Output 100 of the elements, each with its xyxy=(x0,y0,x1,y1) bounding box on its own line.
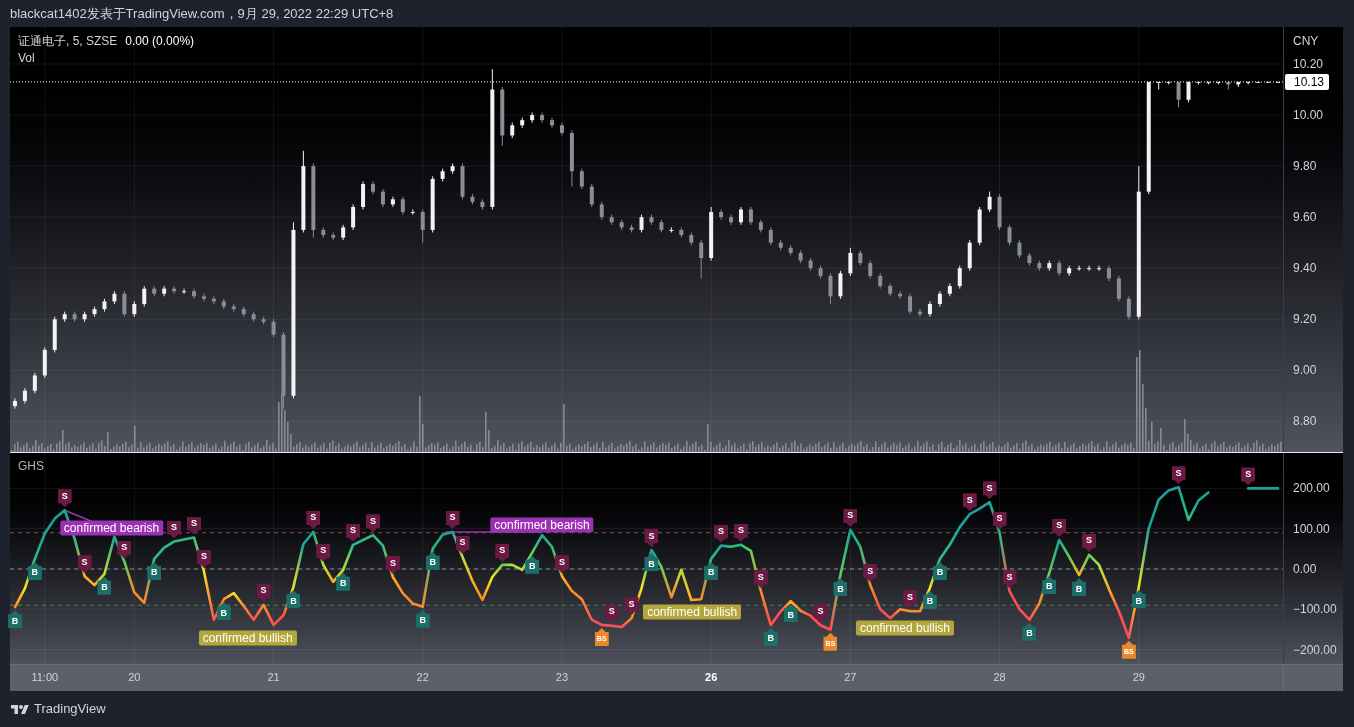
candlestick xyxy=(390,196,395,208)
candlestick xyxy=(201,293,206,302)
price-change-text: 0.00 (0.00%) xyxy=(125,34,195,48)
buy-signal-tag: B xyxy=(425,551,440,570)
currency-label: CNY xyxy=(1293,34,1319,48)
sell-signal-tag: S xyxy=(1082,533,1097,552)
logo-icon xyxy=(11,704,29,714)
sell-signal-tag: S xyxy=(813,604,828,623)
indicator-axis-label: 100.00 xyxy=(1293,521,1330,536)
candlestick xyxy=(191,288,196,300)
candlestick xyxy=(1007,224,1012,246)
candlestick xyxy=(699,239,704,279)
candlestick xyxy=(838,270,843,300)
time-axis-label: 23 xyxy=(555,670,569,684)
sell-signal-tag: S xyxy=(385,556,400,574)
candlestick xyxy=(908,293,913,315)
candlestick xyxy=(361,180,366,211)
post-attribution-text: blackcat1402发表于TradingView.com，9月 29, 2022 22:29 UTC+8 xyxy=(10,5,394,22)
candlestick xyxy=(828,272,833,305)
price-axis-label: 9.00 xyxy=(1293,363,1317,378)
buy-signal-tag: B xyxy=(932,561,947,580)
bullish-signal-label: confirmed bullish xyxy=(856,620,954,636)
price-axis-label: 9.80 xyxy=(1293,159,1317,174)
time-axis-label: 21 xyxy=(267,670,280,684)
indicator-axis-label: 0.00 xyxy=(1293,561,1317,576)
time-axis-label: 29 xyxy=(1132,670,1145,684)
sell-signal-tag: S xyxy=(604,604,619,623)
indicator-axis-label: 200.00 xyxy=(1293,481,1330,496)
buy-signal-tag: B xyxy=(1022,622,1037,641)
candlestick xyxy=(1097,265,1102,272)
bullish-signal-label: confirmed bullish xyxy=(643,604,742,620)
brand-name-text: TradingView xyxy=(34,701,106,717)
buy-signal-tag: B xyxy=(525,555,540,574)
buy-signal-tag: B xyxy=(415,609,430,628)
candlestick xyxy=(729,214,734,226)
price-axis-label: 10.20 xyxy=(1293,57,1324,71)
candlestick xyxy=(530,112,535,124)
sell-signal-tag: S xyxy=(843,508,858,527)
indicator-axis-label: −100.00 xyxy=(1293,602,1337,617)
sell-signal-tag: S xyxy=(256,583,271,602)
price-axis-label: 10.00 xyxy=(1293,108,1324,123)
buy-signal-tag: B xyxy=(644,553,659,572)
indicator-legend-text: GHS xyxy=(18,459,44,473)
candlestick xyxy=(589,183,594,208)
sell-signal-tag: S xyxy=(1241,467,1256,486)
buy-signal-tag: B xyxy=(27,561,42,580)
price-axis-label: 9.60 xyxy=(1293,210,1317,225)
candlestick xyxy=(32,372,37,394)
time-axis-label: 27 xyxy=(844,670,857,684)
buy-signal-tag: B xyxy=(833,578,848,596)
time-axis-label: 28 xyxy=(993,670,1006,684)
sell-signal-tag: S xyxy=(366,514,380,533)
price-axis-label: 8.80 xyxy=(1293,414,1317,429)
sell-signal-tag: S xyxy=(167,520,182,539)
sell-signal-tag: S xyxy=(346,523,361,542)
buy-signal-tag: B xyxy=(286,590,301,609)
sell-signal-tag: S xyxy=(982,481,997,500)
candlestick xyxy=(957,265,962,290)
candlestick xyxy=(987,191,992,213)
candlestick xyxy=(1077,265,1082,272)
candlestick xyxy=(142,285,147,307)
buy-signal-tag: B xyxy=(8,610,22,629)
volume-legend-text: Vol xyxy=(18,51,35,65)
sell-signal-tag: S xyxy=(753,570,768,589)
sell-signal-tag: S xyxy=(495,543,510,562)
last-price-label: 10.13 xyxy=(1285,73,1330,90)
buy-signal-tag: B xyxy=(763,627,778,646)
candlestick xyxy=(719,209,724,221)
candlestick xyxy=(122,290,127,318)
sell-signal-tag: S xyxy=(187,516,201,535)
candlestick xyxy=(1116,275,1121,302)
candlestick xyxy=(550,117,555,129)
time-axis-label: 26 xyxy=(705,670,718,684)
sell-signal-tag: S xyxy=(445,510,460,529)
time-axis-label: 11:00 xyxy=(31,670,59,684)
sell-signal-tag: S xyxy=(196,549,211,568)
candlestick xyxy=(1126,295,1131,320)
sell-signal-tag: S xyxy=(1052,518,1067,537)
sell-signal-tag: S xyxy=(992,511,1007,530)
sell-signal-tag: S xyxy=(117,540,132,559)
candlestick xyxy=(540,112,545,124)
sell-signal-tag: S xyxy=(77,555,92,574)
candlestick xyxy=(1087,265,1092,272)
bearish-signal-label: confirmed bearish xyxy=(490,517,594,533)
buy-signal-tag: B xyxy=(922,590,937,609)
sell-signal-tag: S xyxy=(57,489,72,508)
buy-signal-tag: B xyxy=(1131,590,1146,609)
sell-signal-tag: S xyxy=(316,543,331,562)
buy-signal-tag: B xyxy=(1042,576,1057,594)
candlestick xyxy=(420,209,425,244)
buy-signal-tag: B xyxy=(147,561,162,580)
sell-signal-tag: S xyxy=(903,590,918,609)
candlestick xyxy=(1176,81,1181,108)
sell-signal-tag: S xyxy=(733,523,748,542)
sell-signal-tag: S xyxy=(455,535,470,554)
sell-signal-tag: S xyxy=(644,529,659,548)
buy-signal-tag: B xyxy=(1072,578,1087,596)
bullish-signal-label: confirmed bullish xyxy=(198,630,297,646)
bearish-signal-label: confirmed bearish xyxy=(59,520,164,536)
candlestick xyxy=(579,168,584,190)
